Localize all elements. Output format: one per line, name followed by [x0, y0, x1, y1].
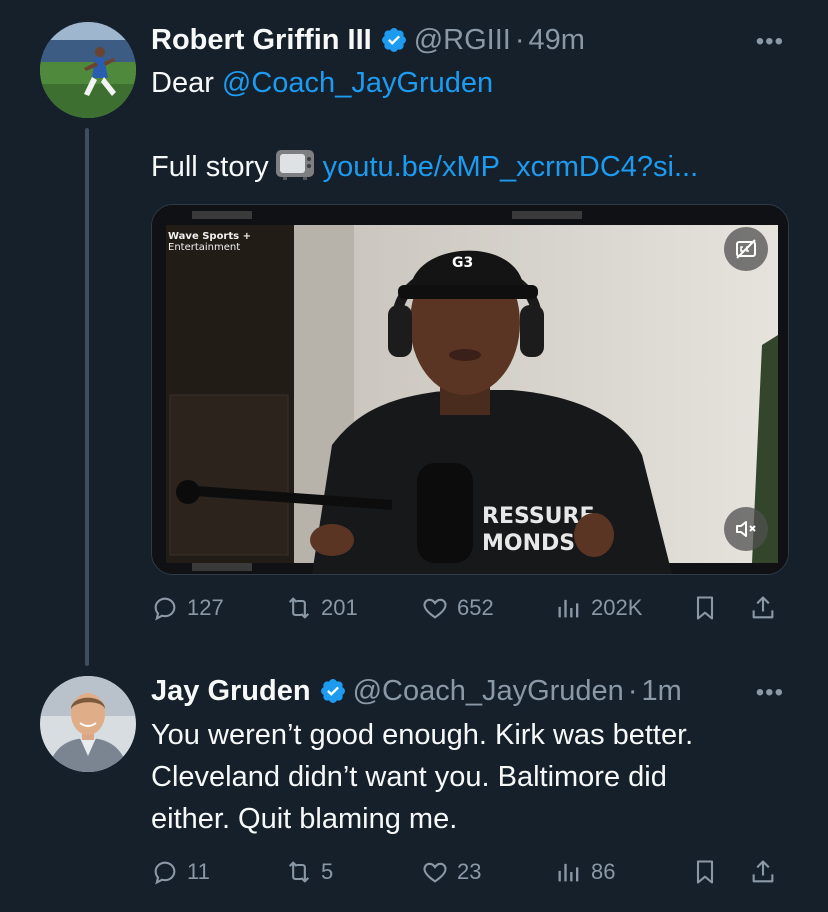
- repost-button[interactable]: 201: [285, 594, 358, 622]
- text-prefix: Dear: [151, 67, 222, 99]
- watermark-line2: Entertainment: [168, 242, 240, 253]
- views-button[interactable]: 202K: [555, 594, 642, 622]
- tweet-line-2: Cleveland didn’t want you. Baltimore did: [151, 761, 667, 793]
- reply-icon: [154, 597, 176, 621]
- like-count: 652: [457, 595, 494, 620]
- television-icon: [275, 149, 315, 193]
- share-icon: [752, 860, 774, 883]
- full-story-label: Full story: [151, 151, 269, 183]
- thread-line: [85, 128, 89, 666]
- author-name[interactable]: Jay Gruden: [151, 675, 311, 708]
- reply-button[interactable]: 11: [151, 858, 210, 886]
- muted-volume-icon[interactable]: [724, 507, 768, 551]
- captions-off-icon[interactable]: [724, 227, 768, 271]
- tweet-actions: 11 5 23 86: [151, 852, 787, 892]
- reply-count: 11: [187, 859, 210, 884]
- share-button[interactable]: [749, 858, 777, 886]
- tweet-actions: 127 201 652 202K: [151, 588, 787, 628]
- views-chart-icon: [558, 863, 579, 882]
- repost-button[interactable]: 5: [285, 858, 333, 886]
- share-button[interactable]: [749, 594, 777, 622]
- like-count: 23: [457, 859, 482, 884]
- avatar-rgiii[interactable]: [40, 22, 136, 118]
- reply-count: 127: [187, 595, 224, 620]
- watermark-line1: Wave Sports +: [168, 231, 251, 242]
- view-count: 86: [591, 859, 616, 884]
- author-name[interactable]: Robert Griffin III: [151, 24, 372, 57]
- like-button[interactable]: 652: [421, 594, 494, 622]
- reply-button[interactable]: 127: [151, 594, 224, 622]
- separator-dot: ·: [627, 674, 638, 707]
- heart-icon: [423, 862, 447, 883]
- repost-icon: [288, 597, 310, 619]
- bookmark-icon: [696, 596, 714, 620]
- tweet-text-2: Full story youtu.be/xMP_xcrmDC4?si...: [151, 146, 698, 193]
- share-icon: [752, 596, 774, 619]
- bookmark-button[interactable]: [691, 858, 719, 886]
- tweet-text: You weren’t good enough. Kirk was better…: [151, 714, 693, 840]
- views-chart-icon: [558, 599, 579, 618]
- repost-count: 201: [321, 595, 358, 620]
- reply-icon: [154, 861, 176, 885]
- views-button[interactable]: 86: [555, 858, 615, 886]
- youtube-link[interactable]: youtu.be/xMP_xcrmDC4?si...: [323, 151, 699, 183]
- bookmark-icon: [696, 860, 714, 884]
- view-count: 202K: [591, 595, 643, 620]
- video-player[interactable]: G3 RESSURE MONDS Wave Sports + Entertain…: [151, 204, 789, 575]
- separator-dot: ·: [514, 23, 525, 56]
- hat-logo-text: G3: [452, 255, 473, 271]
- hoodie-text-2: MONDS: [482, 531, 575, 556]
- repost-count: 5: [321, 859, 334, 884]
- tweet-line-3: either. Quit blaming me.: [151, 803, 458, 835]
- bookmark-button[interactable]: [691, 594, 719, 622]
- mention-link[interactable]: @Coach_JayGruden: [222, 67, 493, 99]
- avatar-jaygruden[interactable]: [40, 676, 136, 772]
- more-options-icon[interactable]: •••: [756, 28, 784, 56]
- more-options-icon[interactable]: •••: [756, 679, 784, 707]
- repost-icon: [288, 861, 310, 883]
- video-frame: G3 RESSURE MONDS Wave Sports + Entertain…: [152, 205, 788, 574]
- verified-badge-icon: [319, 677, 347, 705]
- tweet-header: Jay Gruden @Coach_JayGruden · 1m: [151, 671, 682, 711]
- timestamp[interactable]: 49m: [529, 24, 585, 57]
- author-handle[interactable]: @Coach_JayGruden: [353, 675, 624, 708]
- tweet-header: Robert Griffin III @RGIII · 49m: [151, 20, 585, 60]
- like-button[interactable]: 23: [421, 858, 481, 886]
- tweet-text: Dear @Coach_JayGruden: [151, 62, 493, 104]
- verified-badge-icon: [380, 26, 408, 54]
- timestamp[interactable]: 1m: [642, 675, 682, 708]
- heart-icon: [423, 598, 447, 619]
- author-handle[interactable]: @RGIII: [414, 24, 511, 57]
- tweet-line-1: You weren’t good enough. Kirk was better…: [151, 719, 694, 751]
